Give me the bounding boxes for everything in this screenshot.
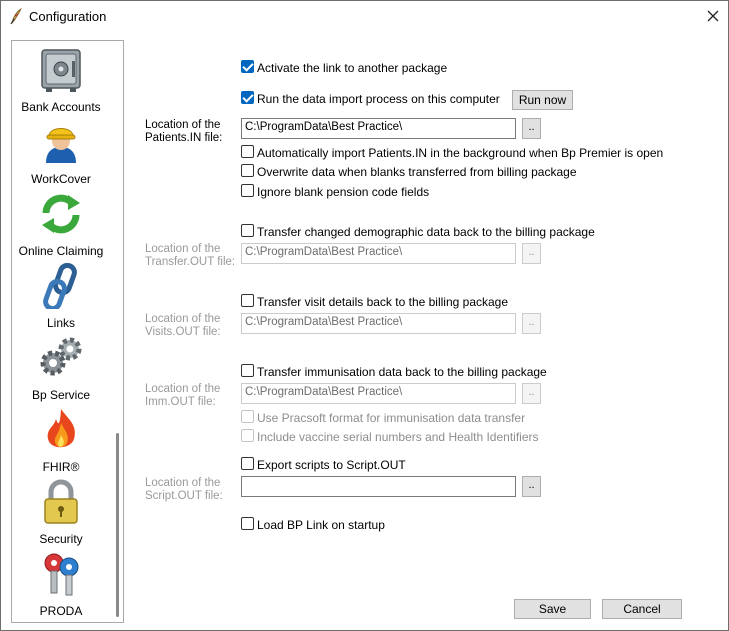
padlock-icon <box>38 479 84 525</box>
load-on-startup-label: Load BP Link on startup <box>257 518 385 532</box>
keys-icon <box>38 551 84 597</box>
sidebar-item-security[interactable]: Security <box>12 477 110 549</box>
sidebar-item-label: FHIR® <box>42 460 80 474</box>
sidebar-item-label: Bp Service <box>31 388 91 402</box>
sidebar-item-label: PRODA <box>39 604 83 618</box>
run-import-checkbox[interactable] <box>241 91 254 104</box>
label-line: Visits.OUT file: <box>145 326 221 338</box>
imm-out-path-field[interactable]: C:\ProgramData\Best Practice\ <box>241 383 516 404</box>
imm-out-location-label: Location of the Imm.OUT file: <box>145 383 220 409</box>
app-quill-icon <box>8 7 24 25</box>
ignore-pension-checkbox[interactable] <box>241 184 254 197</box>
include-vaccine-checkbox[interactable] <box>241 429 254 442</box>
label-line: Imm.OUT file: <box>145 396 216 408</box>
transfer-visits-label: Transfer visit details back to the billi… <box>257 295 509 309</box>
activate-link-label: Activate the link to another package <box>257 61 448 75</box>
auto-import-label: Automatically import Patients.IN in the … <box>257 146 664 160</box>
flame-icon <box>38 407 84 453</box>
label-line: Location of the <box>145 119 221 131</box>
sidebar-item-fhir[interactable]: FHIR® <box>12 405 110 477</box>
run-import-label: Run the data import process on this comp… <box>257 92 500 106</box>
sidebar-item-online-claiming[interactable]: Online Claiming <box>12 189 110 261</box>
export-scripts-label: Export scripts to Script.OUT <box>257 458 406 472</box>
sidebar-item-label: Online Claiming <box>18 244 104 258</box>
script-out-browse-button[interactable]: .. <box>522 476 541 497</box>
transfer-visits-checkbox[interactable] <box>241 294 254 307</box>
label-line: Location of the <box>145 243 221 255</box>
label-line: Patients.IN file: <box>145 132 223 144</box>
cancel-button[interactable]: Cancel <box>602 599 682 619</box>
sidebar-item-label: Security <box>39 532 83 546</box>
sidebar-item-links[interactable]: Links <box>12 261 110 333</box>
chain-link-icon <box>38 262 84 312</box>
category-sidebar: Bank Accounts WorkCover Online Claiming … <box>11 40 124 623</box>
patients-in-location-label: Location of the Patients.IN file: <box>145 119 222 145</box>
export-scripts-checkbox[interactable] <box>241 457 254 470</box>
transfer-demographic-checkbox[interactable] <box>241 224 254 237</box>
sidebar-item-label: WorkCover <box>31 172 91 186</box>
label-line: Location of the <box>145 383 221 395</box>
activate-link-checkbox[interactable] <box>241 60 254 73</box>
close-icon[interactable] <box>698 1 728 31</box>
label-line: Script.OUT file: <box>145 490 223 502</box>
visits-out-location-label: Location of the Visits.OUT file: <box>145 313 221 339</box>
script-out-path-field[interactable] <box>241 476 516 497</box>
safe-icon <box>38 47 84 93</box>
pracsoft-format-checkbox[interactable] <box>241 410 254 423</box>
gears-icon <box>38 335 84 381</box>
transfer-immunisation-checkbox[interactable] <box>241 364 254 377</box>
save-button[interactable]: Save <box>514 599 591 619</box>
sidebar-item-bank-accounts[interactable]: Bank Accounts <box>12 45 110 117</box>
visits-out-path-field[interactable]: C:\ProgramData\Best Practice\ <box>241 313 516 334</box>
sidebar-item-bp-service[interactable]: Bp Service <box>12 333 110 405</box>
auto-import-checkbox[interactable] <box>241 145 254 158</box>
label-line: Transfer.OUT file: <box>145 256 236 268</box>
sidebar-item-label: Links <box>46 316 75 330</box>
overwrite-blanks-checkbox[interactable] <box>241 164 254 177</box>
transfer-out-browse-button[interactable]: .. <box>522 243 541 264</box>
load-on-startup-checkbox[interactable] <box>241 517 254 530</box>
sidebar-scrollbar[interactable] <box>116 433 119 617</box>
overwrite-blanks-label: Overwrite data when blanks transferred f… <box>257 165 577 179</box>
imm-out-browse-button[interactable]: .. <box>522 383 541 404</box>
patients-in-path-field[interactable]: C:\ProgramData\Best Practice\ <box>241 118 516 139</box>
script-out-location-label: Location of the Script.OUT file: <box>145 477 223 503</box>
hard-hat-worker-icon <box>38 119 84 165</box>
sidebar-item-workcover[interactable]: WorkCover <box>12 117 110 189</box>
transfer-demographic-label: Transfer changed demographic data back t… <box>257 225 595 239</box>
include-vaccine-label: Include vaccine serial numbers and Healt… <box>257 430 539 444</box>
configuration-window: Configuration Bank Accounts WorkCover On… <box>0 0 729 631</box>
transfer-immunisation-label: Transfer immunisation data back to the b… <box>257 365 547 379</box>
ignore-pension-label: Ignore blank pension code fields <box>257 185 430 199</box>
transfer-out-path-field[interactable]: C:\ProgramData\Best Practice\ <box>241 243 516 264</box>
run-now-button[interactable]: Run now <box>512 90 573 110</box>
patients-in-browse-button[interactable]: .. <box>522 118 541 139</box>
sidebar-item-proda[interactable]: PRODA <box>12 549 110 621</box>
title-bar: Configuration <box>1 1 728 31</box>
visits-out-browse-button[interactable]: .. <box>522 313 541 334</box>
pracsoft-format-label: Use Pracsoft format for immunisation dat… <box>257 411 526 425</box>
label-line: Location of the <box>145 313 221 325</box>
sidebar-item-label: Bank Accounts <box>21 100 101 114</box>
label-line: Location of the <box>145 477 221 489</box>
window-title: Configuration <box>29 9 107 24</box>
transfer-out-location-label: Location of the Transfer.OUT file: <box>145 243 235 269</box>
refresh-arrows-icon <box>38 191 84 237</box>
